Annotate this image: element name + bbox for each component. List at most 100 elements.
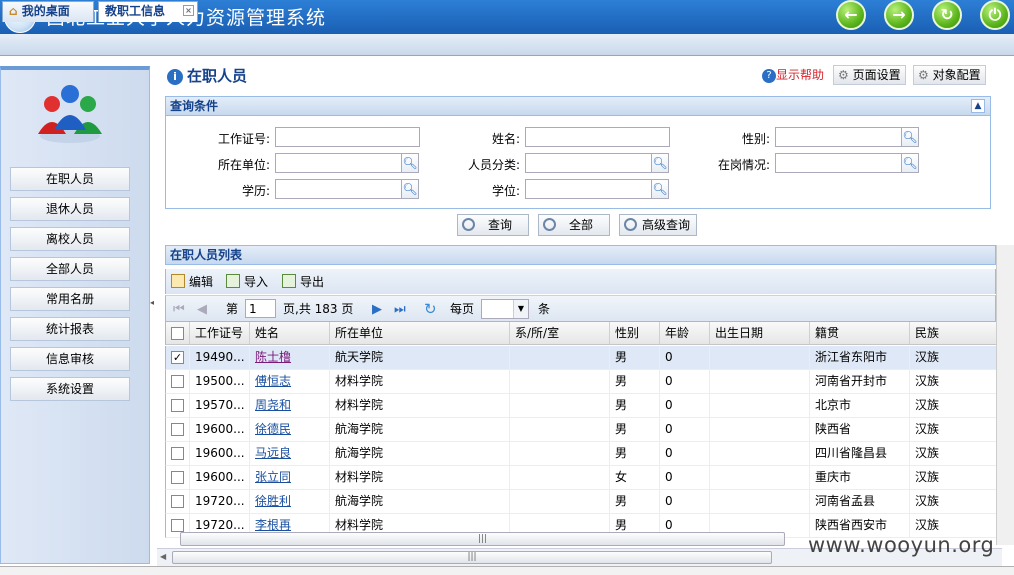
grid-horizontal-scrollbar[interactable]: ||| (180, 532, 785, 546)
first-page-icon[interactable]: ⏮︎ (173, 302, 185, 317)
cell-gender: 男 (610, 490, 660, 513)
staff-name-link[interactable]: 李根再 (255, 518, 291, 532)
cell-unit: 材料学院 (330, 466, 510, 489)
sidebar-item-settings[interactable]: 系统设置 (10, 377, 130, 401)
column-header[interactable]: 工作证号 (190, 322, 250, 344)
column-header[interactable]: 性别 (610, 322, 660, 344)
staff-id-input[interactable] (275, 127, 420, 147)
export-button[interactable]: 导出 (282, 273, 324, 290)
staff-name-link[interactable]: 傅恒志 (255, 374, 291, 388)
close-icon[interactable]: × (183, 5, 194, 16)
cell-ethnic: 汉族 (910, 346, 997, 369)
scroll-left-icon[interactable]: ◀ (160, 552, 166, 561)
tab-staff-info[interactable]: 教职工信息 × (98, 1, 198, 22)
table-row[interactable]: 19720... 徐胜利 航海学院 男 0 河南省孟县 汉族 (165, 490, 997, 514)
sidebar-item-all[interactable]: 全部人员 (10, 257, 130, 281)
checkbox[interactable] (171, 495, 184, 508)
category-select[interactable] (525, 153, 652, 173)
collapse-sidebar-handle[interactable]: ◂ (150, 298, 156, 328)
checkbox[interactable] (171, 375, 184, 388)
search-icon[interactable]: 🔍︎ (401, 153, 419, 173)
name-input[interactable] (525, 127, 670, 147)
column-header[interactable]: 所在单位 (330, 322, 510, 344)
row-checkbox-cell[interactable]: ✓ (166, 346, 190, 369)
tab-my-desktop[interactable]: ⌂ 我的桌面 (2, 1, 94, 22)
column-header[interactable]: 年龄 (660, 322, 710, 344)
table-row[interactable]: 19600... 马远良 航海学院 男 0 四川省隆昌县 汉族 (165, 442, 997, 466)
table-row[interactable]: 19600... 张立同 材料学院 女 0 重庆市 汉族 (165, 466, 997, 490)
page-number-input[interactable] (245, 299, 276, 318)
row-checkbox-cell[interactable] (166, 370, 190, 393)
help-link[interactable]: ? 显示帮助 (762, 66, 824, 83)
staff-name-link[interactable]: 徐胜利 (255, 494, 291, 508)
forward-button[interactable]: → (884, 0, 914, 30)
row-checkbox-cell[interactable] (166, 466, 190, 489)
sidebar-item-active-staff[interactable]: 在职人员 (10, 167, 130, 191)
edit-button[interactable]: 编辑 (171, 273, 213, 290)
cell-age: 0 (660, 442, 710, 465)
status-select[interactable] (775, 153, 902, 173)
row-checkbox-cell[interactable] (166, 394, 190, 417)
degree-select[interactable] (525, 179, 652, 199)
staff-name-link[interactable]: 张立同 (255, 470, 291, 484)
checkbox[interactable] (171, 423, 184, 436)
table-row[interactable]: 19500... 傅恒志 材料学院 男 0 河南省开封市 汉族 (165, 370, 997, 394)
search-button[interactable]: 查询 (457, 214, 529, 236)
prev-page-icon[interactable]: ◀︎ (197, 302, 207, 317)
search-icon[interactable]: 🔍︎ (401, 179, 419, 199)
sidebar-item-retired[interactable]: 退休人员 (10, 197, 130, 221)
sidebar-item-left[interactable]: 离校人员 (10, 227, 130, 251)
back-button[interactable]: ← (836, 0, 866, 30)
advanced-search-button[interactable]: 高级查询 (619, 214, 697, 236)
table-row[interactable]: ✓ 19490... 陈士橹 航天学院 男 0 浙江省东阳市 汉族 (165, 346, 997, 370)
staff-name-link[interactable]: 周尧和 (255, 398, 291, 412)
gender-select[interactable] (775, 127, 902, 147)
refresh-button[interactable]: ↻ (932, 0, 962, 30)
search-icon[interactable]: 🔍︎ (901, 127, 919, 147)
column-header[interactable]: 出生日期 (710, 322, 810, 344)
search-icon[interactable]: 🔍︎ (901, 153, 919, 173)
column-header[interactable]: 系/所/室 (510, 322, 610, 344)
table-row[interactable]: 19570... 周尧和 材料学院 男 0 北京市 汉族 (165, 394, 997, 418)
row-checkbox-cell[interactable] (166, 418, 190, 441)
scrollbar-thumb[interactable]: ||| (172, 551, 772, 564)
import-button[interactable]: 导入 (226, 273, 268, 290)
vertical-scrollbar[interactable] (996, 245, 1014, 545)
checkbox[interactable]: ✓ (171, 351, 184, 364)
refresh-icon[interactable]: ↻ (424, 300, 437, 318)
page-settings-button[interactable]: ⚙ 页面设置 (833, 65, 906, 85)
table-row[interactable]: 19600... 徐德民 航海学院 男 0 陕西省 汉族 (165, 418, 997, 442)
object-config-button[interactable]: ⚙ 对象配置 (913, 65, 986, 85)
sidebar-item-reports[interactable]: 统计报表 (10, 317, 130, 341)
staff-name-link[interactable]: 徐德民 (255, 422, 291, 436)
select-all-checkbox[interactable] (166, 322, 190, 344)
column-header[interactable]: 姓名 (250, 322, 330, 344)
staff-name-link[interactable]: 马远良 (255, 446, 291, 460)
status-bar (0, 566, 1014, 575)
search-icon[interactable]: 🔍︎ (651, 153, 669, 173)
search-icon[interactable]: 🔍︎ (651, 179, 669, 199)
checkbox[interactable] (171, 519, 184, 532)
row-checkbox-cell[interactable] (166, 442, 190, 465)
row-checkbox-cell[interactable] (166, 490, 190, 513)
sidebar-item-roster[interactable]: 常用名册 (10, 287, 130, 311)
checkbox[interactable] (171, 447, 184, 460)
per-page-select[interactable]: ▼ (481, 299, 529, 319)
unit-select[interactable] (275, 153, 402, 173)
checkbox[interactable] (171, 327, 184, 340)
power-button[interactable]: ⏻ (980, 0, 1010, 30)
cell-origin: 河南省开封市 (810, 370, 910, 393)
last-page-icon[interactable]: ⏭︎ (394, 302, 406, 317)
sidebar-item-review[interactable]: 信息审核 (10, 347, 130, 371)
column-header[interactable]: 民族 (910, 322, 997, 344)
column-header[interactable]: 籍贯 (810, 322, 910, 344)
next-page-icon[interactable]: ▶︎ (372, 302, 382, 317)
tab-label: 我的桌面 (21, 4, 70, 18)
checkbox[interactable] (171, 399, 184, 412)
education-select[interactable] (275, 179, 402, 199)
staff-name-link[interactable]: 陈士橹 (255, 350, 291, 364)
collapse-icon[interactable]: ▲ (971, 99, 985, 113)
checkbox[interactable] (171, 471, 184, 484)
info-icon: i (167, 69, 183, 85)
show-all-button[interactable]: 全部 (538, 214, 610, 236)
